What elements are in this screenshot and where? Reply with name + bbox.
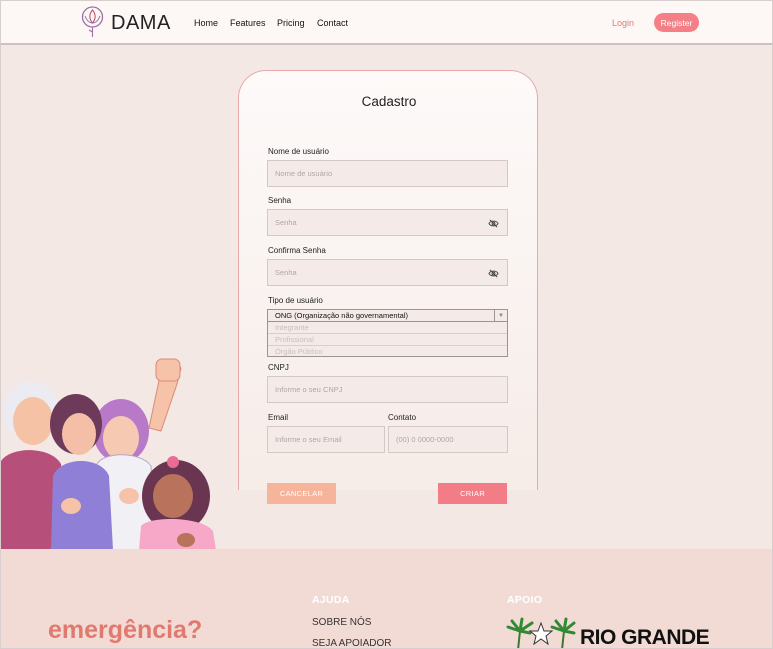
- help-heading: AJUDA: [312, 594, 350, 606]
- cnpj-placeholder: Informe o seu CNPJ: [275, 385, 343, 394]
- confirm-password-input[interactable]: Senha: [267, 259, 508, 286]
- navbar: DAMA Home Features Pricing Contact Login…: [1, 1, 772, 45]
- eye-slash-icon[interactable]: [488, 268, 499, 279]
- contact-placeholder: (00) 0 0000-0000: [396, 435, 454, 444]
- eye-slash-icon[interactable]: [488, 218, 499, 229]
- nav-link-home[interactable]: Home: [194, 18, 218, 28]
- password-placeholder: Senha: [275, 218, 297, 227]
- page: DAMA Home Features Pricing Contact Login…: [0, 0, 773, 649]
- login-link[interactable]: Login: [612, 18, 634, 28]
- nav-link-contact[interactable]: Contact: [317, 18, 348, 28]
- lotus-logo-icon[interactable]: [81, 6, 104, 39]
- cnpj-input[interactable]: Informe o seu CNPJ: [267, 376, 508, 403]
- user-type-label: Tipo de usuário: [268, 296, 323, 305]
- support-heading: APOIO: [507, 594, 543, 606]
- user-type-selected[interactable]: ONG (Organização não governamental): [268, 310, 507, 322]
- confirm-password-label: Confirma Senha: [268, 246, 326, 255]
- cancel-button[interactable]: CANCELAR: [267, 483, 336, 504]
- cnpj-label: CNPJ: [268, 363, 289, 372]
- user-type-option[interactable]: Integrante: [268, 322, 507, 334]
- palm-trees-logo-icon[interactable]: [506, 617, 576, 649]
- chevron-down-icon[interactable]: ▼: [494, 310, 507, 322]
- user-type-select[interactable]: ONG (Organização não governamental) ▼ In…: [267, 309, 508, 357]
- women-group-illustration: [1, 358, 216, 550]
- about-link[interactable]: SOBRE NÓS: [312, 617, 371, 628]
- form-title: Cadastro: [361, 94, 417, 109]
- rio-grande-logo-text: RIO GRANDE: [580, 626, 710, 649]
- password-label: Senha: [268, 196, 292, 205]
- email-placeholder: Informe o seu Email: [275, 435, 342, 444]
- password-input[interactable]: Senha: [267, 209, 508, 236]
- username-placeholder: Nome de usuário: [275, 169, 333, 178]
- create-button[interactable]: CRIAR: [438, 483, 507, 504]
- register-button[interactable]: Register: [654, 13, 699, 32]
- contact-input[interactable]: (00) 0 0000-0000: [388, 426, 508, 453]
- nav-link-pricing[interactable]: Pricing: [277, 18, 305, 28]
- user-type-option[interactable]: Profissional: [268, 334, 507, 346]
- become-supporter-link[interactable]: SEJA APOIADOR: [312, 638, 391, 648]
- contact-label: Contato: [388, 413, 417, 422]
- emergency-heading: emergência?: [48, 616, 203, 644]
- email-label: Email: [268, 413, 289, 422]
- nav-link-features[interactable]: Features: [230, 18, 266, 28]
- confirm-password-placeholder: Senha: [275, 268, 297, 277]
- user-type-option[interactable]: Órgão Público: [268, 346, 507, 358]
- email-input[interactable]: Informe o seu Email: [267, 426, 385, 453]
- username-label: Nome de usuário: [268, 147, 329, 156]
- brand-name[interactable]: DAMA: [111, 12, 171, 35]
- username-input[interactable]: Nome de usuário: [267, 160, 508, 187]
